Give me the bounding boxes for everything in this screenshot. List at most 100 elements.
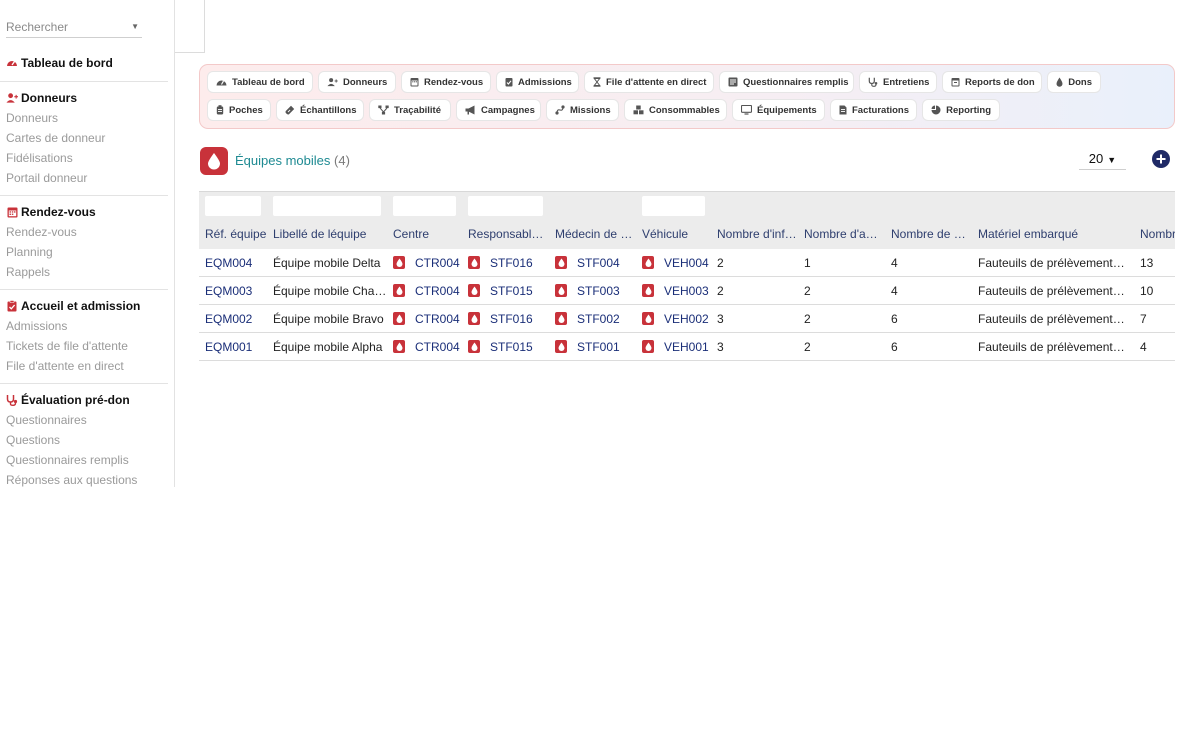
nav-donneurs[interactable]: Donneurs [318, 71, 396, 93]
sidebar-item-file-attente[interactable]: File d'attente en direct [0, 356, 168, 376]
cell-responsible[interactable]: STF016 [490, 256, 545, 270]
cell-center[interactable]: CTR004 [415, 340, 465, 354]
nav-file-attente[interactable]: File d'attente en direct [584, 71, 714, 93]
sidebar-item-donneurs[interactable]: Donneurs [0, 108, 168, 128]
nav-missions[interactable]: Missions [546, 99, 619, 121]
drop-icon [642, 256, 654, 269]
page-size-select[interactable]: 20 ▼ [1079, 148, 1126, 170]
nav-reporting[interactable]: Reporting [922, 99, 1000, 121]
table-row[interactable]: EQM002 Équipe mobile Bravo CTR004 STF016 STF… [199, 305, 1175, 333]
nav-dons[interactable]: Dons [1047, 71, 1101, 93]
nav-rendez-vous[interactable]: Rendez-vous [401, 71, 491, 93]
column-header[interactable]: Libellé de léquipe [273, 227, 385, 241]
nav-tableau-de-bord[interactable]: Tableau de bord [207, 71, 313, 93]
sidebar-item-tickets[interactable]: Tickets de file d'attente [0, 336, 168, 356]
nav-facturations[interactable]: Facturations [830, 99, 917, 121]
nav-label: Facturations [852, 104, 910, 116]
column-header[interactable]: Nombre d'ag… [804, 227, 884, 241]
nav-tracabilite[interactable]: Traçabilité [369, 99, 451, 121]
sidebar-item-cartes[interactable]: Cartes de donneur [0, 128, 168, 148]
sidebar-item-questionnaires[interactable]: Questionnaires [0, 410, 168, 430]
nav-poches[interactable]: Poches [207, 99, 271, 121]
bag-icon [216, 105, 224, 116]
cell-doctor[interactable]: STF004 [577, 256, 632, 270]
filter-vehicle-input[interactable] [642, 196, 705, 216]
cell-responsible[interactable]: STF015 [490, 340, 545, 354]
sidebar-item-planning[interactable]: Planning [0, 242, 168, 262]
cell-vehicle[interactable]: VEH003 [664, 284, 714, 298]
table-row[interactable]: EQM001 Équipe mobile Alpha CTR004 STF015 STF… [199, 333, 1175, 361]
cell-vehicle[interactable]: VEH002 [664, 312, 714, 326]
nav-reports-de-don[interactable]: Reports de don [942, 71, 1042, 93]
cell-doctor[interactable]: STF003 [577, 284, 632, 298]
sidebar-section-header[interactable]: Donneurs [0, 88, 168, 108]
drop-icon [555, 284, 567, 297]
divider [0, 195, 168, 196]
cell-doctor[interactable]: STF001 [577, 340, 632, 354]
nav-label: Traçabilité [394, 104, 441, 116]
cell-doctor[interactable]: STF002 [577, 312, 632, 326]
cell-ref[interactable]: EQM003 [205, 284, 267, 298]
filter-ref-input[interactable] [205, 196, 261, 216]
column-header[interactable]: Réf. équipe [205, 227, 267, 241]
boxes-icon [633, 105, 644, 116]
add-button[interactable] [1152, 150, 1170, 168]
stethoscope-icon [6, 394, 18, 406]
sidebar-item-rendez-vous[interactable]: Rendez-vous [0, 222, 168, 242]
drop-icon [555, 312, 567, 325]
nav-admissions[interactable]: Admissions [496, 71, 579, 93]
nav-entretiens[interactable]: Entretiens [859, 71, 937, 93]
table-row[interactable]: EQM003 Équipe mobile Charlie CTR004 STF015 S… [199, 277, 1175, 305]
column-header[interactable]: Centre [393, 227, 463, 241]
nav-label: Missions [570, 104, 611, 116]
column-header[interactable]: Véhicule [642, 227, 712, 241]
add-user-icon [327, 77, 338, 88]
filter-center-input[interactable] [393, 196, 456, 216]
cell-center[interactable]: CTR004 [415, 256, 465, 270]
column-header[interactable]: Médecin de l… [555, 227, 635, 241]
cell-ref[interactable]: EQM004 [205, 256, 267, 270]
cell-center[interactable]: CTR004 [415, 312, 465, 326]
cell-responsible[interactable]: STF015 [490, 284, 545, 298]
filter-label-input[interactable] [273, 196, 381, 216]
cell-ref[interactable]: EQM001 [205, 340, 267, 354]
sidebar-section-header[interactable]: Rendez-vous [0, 202, 168, 222]
nav-questionnaires-remplis[interactable]: Questionnaires remplis [719, 71, 854, 93]
calendar-icon [410, 77, 419, 88]
sidebar-dashboard-label: Tableau de bord [21, 56, 113, 70]
sidebar-item-admissions[interactable]: Admissions [0, 316, 168, 336]
nav-equipements[interactable]: Équipements [732, 99, 825, 121]
sidebar-section-header[interactable]: Accueil et admission [0, 296, 168, 316]
table-row[interactable]: EQM004 Équipe mobile Delta CTR004 STF016 STF… [199, 249, 1175, 277]
column-header[interactable]: Responsabl… [468, 227, 548, 241]
column-header[interactable]: Nombre de p… [891, 227, 971, 241]
search-select[interactable]: Rechercher ▼ [6, 16, 142, 38]
cell-ref[interactable]: EQM002 [205, 312, 267, 326]
sidebar-item-questions[interactable]: Questions [0, 430, 168, 450]
sidebar-item-reponses[interactable]: Réponses aux questions [0, 470, 168, 487]
cell-places: 6 [891, 312, 898, 326]
column-header[interactable]: Nombre [1140, 227, 1175, 241]
sidebar-item-questionnaires-remplis[interactable]: Questionnaires remplis [0, 450, 168, 470]
drop-icon [555, 256, 567, 269]
sidebar-section-header[interactable]: Évaluation pré-don [0, 390, 168, 410]
column-header[interactable]: Matériel embarqué [978, 227, 1128, 241]
column-header[interactable]: Nombre d'inf… [717, 227, 797, 241]
page-title-text: Équipes mobiles [235, 153, 331, 168]
cell-center[interactable]: CTR004 [415, 284, 465, 298]
filter-resp-input[interactable] [468, 196, 543, 216]
add-user-icon [6, 92, 18, 104]
nav-campagnes[interactable]: Campagnes [456, 99, 541, 121]
cell-responsible[interactable]: STF016 [490, 312, 545, 326]
cell-vehicle[interactable]: VEH004 [664, 256, 714, 270]
nav-echantillons[interactable]: Échantillons [276, 99, 364, 121]
sidebar-section-title: Rendez-vous [21, 205, 96, 219]
sidebar-item-portail[interactable]: Portail donneur [0, 168, 168, 188]
cell-vehicle[interactable]: VEH001 [664, 340, 714, 354]
sidebar-item-fidelisations[interactable]: Fidélisations [0, 148, 168, 168]
cell-agents: 1 [804, 256, 811, 270]
chevron-down-icon[interactable]: ▼ [131, 16, 139, 38]
sidebar-item-dashboard[interactable]: Tableau de bord [0, 53, 168, 73]
nav-consommables[interactable]: Consommables [624, 99, 727, 121]
sidebar-item-rappels[interactable]: Rappels [0, 262, 168, 282]
